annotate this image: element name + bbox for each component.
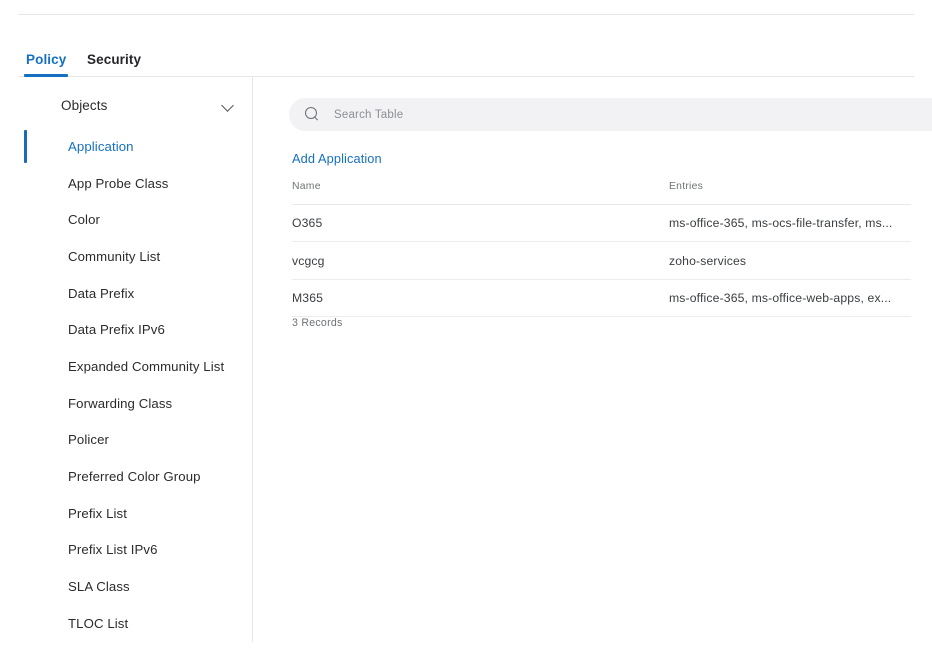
tab-security[interactable]: Security [85, 42, 143, 77]
search-input[interactable] [334, 108, 894, 121]
add-application-button[interactable]: Add Application [292, 151, 382, 166]
record-count-label: 3 Records [292, 317, 343, 329]
table-row[interactable]: O365 ms-office-365, ms-ocs-file-transfer… [292, 205, 911, 243]
sidebar-item-application[interactable]: Application [0, 128, 252, 165]
sidebar-item-label: TLOC List [68, 615, 129, 631]
sidebar-item-expanded-community-list[interactable]: Expanded Community List [0, 348, 252, 385]
sidebar-item-label: Forwarding Class [68, 395, 173, 411]
sidebar-item-color[interactable]: Color [0, 201, 252, 238]
sidebar-item-forwarding-class[interactable]: Forwarding Class [0, 385, 252, 422]
tab-policy-label: Policy [26, 51, 67, 67]
sidebar-item-label: Prefix List IPv6 [68, 542, 158, 558]
sidebar-item-policer[interactable]: Policer [0, 422, 252, 459]
sidebar-item-label: Preferred Color Group [68, 469, 201, 485]
tab-policy[interactable]: Policy [24, 42, 69, 77]
sidebar-item-community-list[interactable]: Community List [0, 238, 252, 275]
sidebar-item-prefix-list-ipv6[interactable]: Prefix List IPv6 [0, 532, 252, 569]
page-body: Objects Application App Probe Class Colo… [0, 77, 932, 654]
cell-entries: ms-office-365, ms-ocs-file-transfer, ms.… [669, 216, 893, 231]
sidebar-item-data-prefix-ipv6[interactable]: Data Prefix IPv6 [0, 311, 252, 348]
tab-security-label: Security [87, 51, 142, 67]
table-header-row: Name Entries [292, 180, 911, 205]
cell-name: O365 [292, 216, 323, 231]
sidebar-item-sla-class[interactable]: SLA Class [0, 568, 252, 605]
sidebar-item-label: Prefix List [68, 505, 127, 521]
sidebar-group-objects[interactable]: Objects [61, 95, 236, 115]
table-row[interactable]: M365 ms-office-365, ms-office-web-apps, … [292, 280, 911, 318]
applications-table: Name Entries O365 ms-office-365, ms-ocs-… [292, 180, 911, 318]
sidebar-group-label: Objects [61, 97, 108, 113]
search-icon [305, 106, 320, 122]
search-table-box[interactable] [289, 98, 932, 131]
sidebar-item-label: Application [68, 138, 134, 154]
sidebar-item-label: Community List [68, 248, 161, 264]
sidebar-item-label: SLA Class [68, 579, 130, 595]
cell-name: M365 [292, 290, 324, 305]
sidebar-item-preferred-color-group[interactable]: Preferred Color Group [0, 458, 252, 495]
sidebar-item-label: App Probe Class [68, 175, 169, 191]
sidebar-item-label: Color [68, 212, 101, 228]
top-divider [18, 14, 914, 15]
primary-tab-bar: Policy Security [0, 42, 932, 77]
sidebar-item-label: Data Prefix IPv6 [68, 322, 165, 338]
cell-entries: zoho-services [669, 253, 747, 268]
sidebar-item-tloc-list[interactable]: TLOC List [0, 605, 252, 642]
sidebar-item-app-probe-class[interactable]: App Probe Class [0, 165, 252, 202]
sidebar-item-data-prefix[interactable]: Data Prefix [0, 275, 252, 312]
sidebar-item-prefix-list[interactable]: Prefix List [0, 495, 252, 532]
sidebar-item-label: Policer [68, 432, 110, 448]
chevron-down-icon [223, 100, 234, 111]
sidebar-item-label: Expanded Community List [68, 358, 225, 374]
column-header-entries: Entries [669, 181, 704, 192]
sidebar-item-label: Data Prefix [68, 285, 135, 301]
cell-name: vcgcg [292, 253, 325, 268]
sidebar-item-list: Application App Probe Class Color Commun… [0, 128, 252, 642]
main-content: Add Application Name Entries O365 ms-off… [254, 77, 932, 654]
column-header-name: Name [292, 181, 321, 192]
objects-sidebar: Objects Application App Probe Class Colo… [0, 77, 253, 642]
table-row[interactable]: vcgcg zoho-services [292, 242, 911, 280]
cell-entries: ms-office-365, ms-office-web-apps, ex... [669, 290, 892, 305]
